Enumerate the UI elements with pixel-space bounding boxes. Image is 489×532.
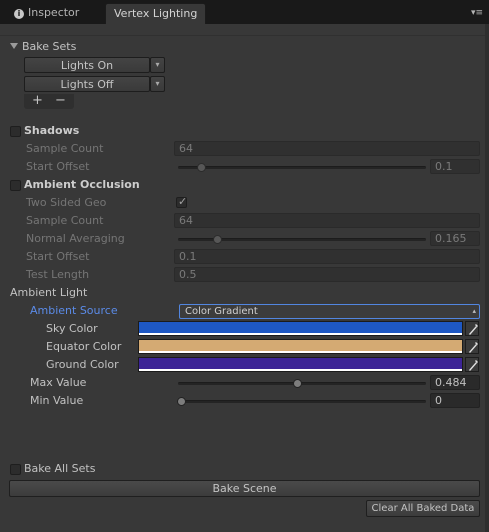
sky-color-label: Sky Color	[46, 322, 98, 335]
ambient-occlusion-checkbox[interactable]	[10, 180, 21, 191]
bake-all-sets-label: Bake All Sets	[24, 462, 96, 475]
tab-menu-icon[interactable]: ▾≡	[471, 8, 483, 18]
info-icon: i	[14, 9, 24, 19]
bake-sets-header: Bake Sets	[22, 40, 77, 53]
tab-vertex-lighting-label: Vertex Lighting	[114, 7, 198, 20]
bake-set-item-1[interactable]: Lights Off	[24, 76, 150, 92]
shadows-start-offset-label: Start Offset	[26, 160, 90, 173]
two-sided-geo-checkbox[interactable]	[176, 195, 187, 209]
ambient-source-value: Color Gradient	[185, 306, 258, 317]
shadows-header: Shadows	[24, 124, 80, 137]
scrollbar[interactable]	[485, 24, 489, 532]
bake-all-sets-checkbox[interactable]	[10, 464, 21, 475]
shadows-start-offset-thumb[interactable]	[197, 163, 206, 172]
remove-set-button[interactable]: −	[55, 93, 66, 109]
bake-sets-foldout[interactable]: Bake Sets	[10, 39, 76, 55]
sky-color-swatch[interactable]	[138, 321, 463, 336]
tab-bar: i Inspector Vertex Lighting ▾≡	[0, 0, 489, 24]
ambient-occlusion-header: Ambient Occlusion	[24, 178, 140, 191]
shadows-start-offset-field[interactable]: 0.1	[430, 159, 480, 174]
shadows-sample-count-label: Sample Count	[26, 142, 104, 155]
test-length-label: Test Length	[26, 268, 90, 281]
max-value-slider[interactable]	[178, 382, 426, 385]
max-value-label: Max Value	[30, 376, 87, 389]
shadows-start-offset-slider[interactable]	[178, 166, 426, 169]
tab-inspector[interactable]: i Inspector	[6, 3, 87, 24]
min-value-label: Min Value	[30, 394, 84, 407]
bake-set-dropdown-1[interactable]: ▾	[150, 76, 165, 92]
bake-set-dropdown-0[interactable]: ▾	[150, 57, 165, 73]
bake-scene-button[interactable]: Bake Scene	[9, 480, 480, 497]
ambient-source-label: Ambient Source	[30, 304, 118, 317]
max-value-thumb[interactable]	[293, 379, 302, 388]
test-length-field[interactable]: 0.5	[174, 267, 480, 282]
tab-inspector-label: Inspector	[28, 6, 80, 19]
list-footer: + −	[24, 93, 74, 109]
bake-set-label: Lights On	[60, 59, 114, 72]
eyedropper-icon[interactable]	[465, 357, 479, 372]
ao-start-offset-field[interactable]: 0.1	[174, 249, 480, 264]
normal-averaging-thumb[interactable]	[213, 235, 222, 244]
two-sided-geo-label: Two Sided Geo	[26, 196, 107, 209]
bake-set-item-0[interactable]: Lights On	[24, 57, 150, 73]
tab-vertex-lighting[interactable]: Vertex Lighting	[105, 3, 207, 24]
min-value-field[interactable]: 0	[430, 393, 480, 408]
min-value-thumb[interactable]	[177, 397, 186, 406]
ambient-source-dropdown[interactable]: Color Gradient ▴▾	[179, 304, 480, 328]
normal-averaging-field[interactable]: 0.165	[430, 231, 480, 246]
ground-color-swatch[interactable]	[138, 357, 463, 372]
foldout-arrow-icon	[10, 43, 18, 49]
eyedropper-icon[interactable]	[465, 321, 479, 336]
eyedropper-icon[interactable]	[465, 339, 479, 354]
ao-sample-count-label: Sample Count	[26, 214, 104, 227]
shadows-sample-count-field[interactable]: 64	[174, 141, 480, 156]
ground-color-label: Ground Color	[46, 358, 119, 371]
max-value-field[interactable]: 0.484	[430, 375, 480, 390]
equator-color-label: Equator Color	[46, 340, 122, 353]
ao-sample-count-field[interactable]: 64	[174, 213, 480, 228]
add-set-button[interactable]: +	[32, 93, 43, 109]
ao-start-offset-label: Start Offset	[26, 250, 90, 263]
toolbar-strip	[0, 24, 485, 36]
equator-color-swatch[interactable]	[138, 339, 463, 354]
normal-averaging-label: Normal Averaging	[26, 232, 125, 245]
bake-set-label: Lights Off	[60, 78, 114, 91]
shadows-checkbox[interactable]	[10, 126, 21, 137]
min-value-slider[interactable]	[178, 400, 426, 403]
clear-all-baked-data-button[interactable]: Clear All Baked Data	[366, 500, 480, 517]
ambient-light-header: Ambient Light	[10, 286, 88, 299]
